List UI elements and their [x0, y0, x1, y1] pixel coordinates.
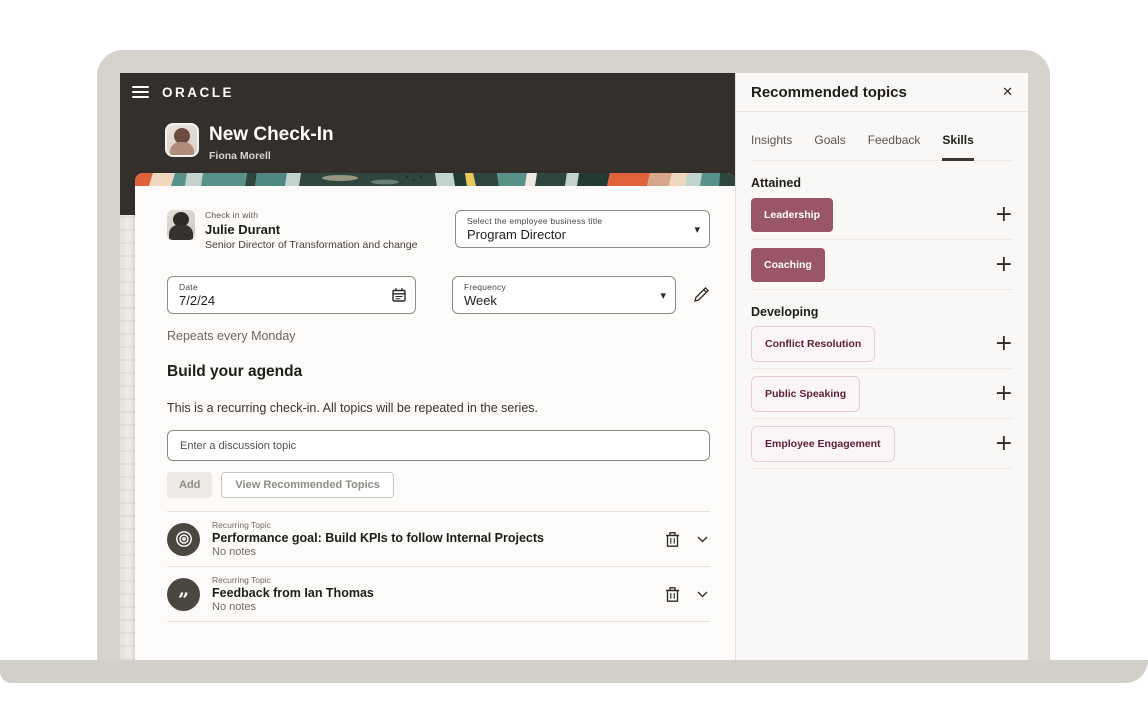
delete-topic-button[interactable] [663, 529, 682, 550]
chevron-down-icon [697, 591, 708, 597]
date-label: Date [179, 282, 198, 292]
add-button[interactable]: Add [167, 472, 213, 498]
chevron-down-icon: ▾ [660, 289, 666, 302]
delete-topic-button[interactable] [663, 584, 682, 605]
skill-row: Leadership + [751, 190, 1013, 240]
trash-icon [666, 531, 679, 547]
skill-chip[interactable]: Leadership [751, 197, 834, 232]
topic-notes: No notes [212, 601, 257, 613]
view-recommended-topics-button[interactable]: View Recommended Topics [221, 472, 394, 498]
plus-icon[interactable]: + [995, 253, 1013, 275]
agenda-heading: Build your agenda [167, 363, 303, 380]
skill-chip[interactable]: Conflict Resolution [751, 325, 876, 362]
topic-title: Feedback from Ian Thomas [212, 586, 374, 600]
trash-icon [666, 586, 679, 602]
topic-title: Performance goal: Build KPIs to follow I… [212, 531, 545, 545]
banner-image [135, 173, 735, 186]
expand-topic-button[interactable] [695, 534, 710, 545]
business-title-select[interactable]: Select the employee business title Progr… [455, 210, 710, 248]
checkin-card: Check in with Julie Durant Senior Direct… [135, 173, 735, 660]
tab-goals[interactable]: Goals [814, 133, 845, 160]
employee-avatar [165, 123, 199, 157]
skill-chip[interactable]: Coaching [751, 247, 825, 282]
business-title-value: Program Director [467, 227, 566, 242]
date-field[interactable]: Date 7/2/24 [167, 276, 416, 314]
checkin-with-title: Senior Director of Transformation and ch… [205, 239, 418, 251]
pencil-icon [694, 286, 710, 302]
skill-row: Public Speaking + [751, 369, 1013, 419]
repeats-text: Repeats every Monday [167, 329, 296, 343]
topic-row: ” Recurring Topic Feedback from Ian Thom… [167, 567, 710, 622]
screenshot-stage: ORACLE New Check-In Fiona Morell Check i… [0, 0, 1148, 724]
plus-icon[interactable]: + [995, 332, 1013, 354]
quote-icon: ” [167, 577, 200, 611]
tab-feedback[interactable]: Feedback [868, 133, 921, 160]
plus-icon[interactable]: + [995, 432, 1013, 454]
skill-row: Employee Engagement + [751, 419, 1013, 469]
section-heading-attained: Attained [751, 176, 801, 190]
topic-row: Recurring Topic Performance goal: Build … [167, 512, 710, 567]
panel-title: Recommended topics [751, 83, 907, 101]
checkin-with-label: Check in with [205, 210, 259, 220]
laptop-base [0, 660, 1148, 683]
plus-icon[interactable]: + [995, 203, 1013, 225]
close-icon[interactable]: ✕ [1002, 85, 1013, 100]
skill-row: Coaching + [751, 240, 1013, 290]
app-window: ORACLE New Check-In Fiona Morell Check i… [120, 73, 1028, 660]
topic-type-label: Recurring Topic [212, 575, 271, 585]
skill-row: Conflict Resolution + [751, 319, 1013, 369]
panel-tabs: Insights Goals Feedback Skills [751, 133, 1013, 161]
topic-notes: No notes [212, 546, 257, 558]
topic-type-label: Recurring Topic [212, 520, 271, 530]
plus-icon[interactable]: + [995, 382, 1013, 404]
edit-frequency-button[interactable] [693, 286, 710, 303]
recommended-topics-panel: Recommended topics ✕ Insights Goals Feed… [735, 73, 1028, 660]
frequency-label: Frequency [463, 282, 506, 292]
tab-insights[interactable]: Insights [751, 133, 792, 160]
main-content: ORACLE New Check-In Fiona Morell Check i… [120, 73, 735, 660]
expand-topic-button[interactable] [695, 589, 710, 600]
chevron-down-icon [697, 536, 708, 542]
discussion-topic-input[interactable] [167, 430, 710, 461]
frequency-select[interactable]: Frequency Week ▾ [451, 276, 676, 314]
chevron-down-icon: ▾ [694, 223, 700, 236]
skill-chip[interactable]: Public Speaking [751, 375, 861, 412]
section-heading-developing: Developing [751, 305, 819, 319]
tab-skills[interactable]: Skills [942, 133, 974, 161]
skill-chip[interactable]: Employee Engagement [751, 425, 895, 462]
frequency-value: Week [463, 293, 497, 308]
business-title-label: Select the employee business title [467, 216, 603, 226]
page-title: New Check-In [209, 124, 334, 145]
oracle-logo: ORACLE [162, 84, 234, 100]
top-bar: ORACLE [120, 73, 735, 111]
checkin-with-name: Julie Durant [205, 222, 281, 237]
page-subtitle: Fiona Morell [209, 150, 271, 162]
target-icon [167, 522, 200, 556]
date-value: 7/2/24 [179, 293, 216, 308]
agenda-description: This is a recurring check-in. All topics… [167, 401, 538, 415]
hamburger-menu-icon[interactable] [132, 86, 149, 98]
calendar-icon [391, 287, 407, 303]
checkin-with-block: Check in with Julie Durant Senior Direct… [167, 210, 417, 251]
manager-avatar [167, 210, 195, 240]
